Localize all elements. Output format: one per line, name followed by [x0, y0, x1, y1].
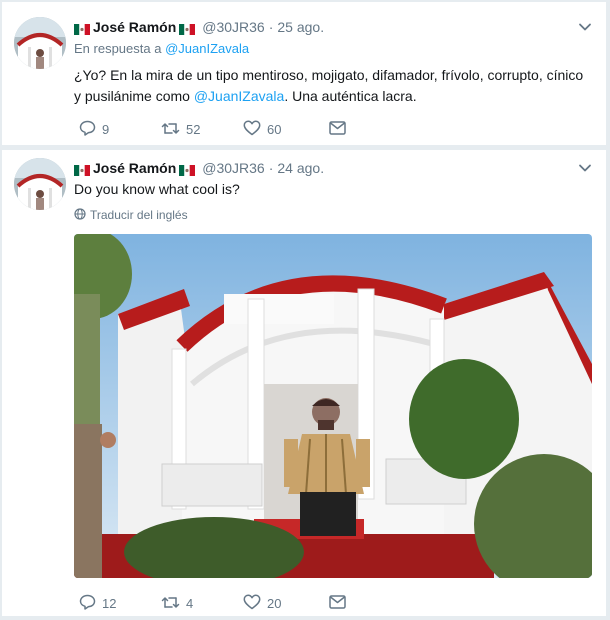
- tweet-photo[interactable]: [74, 234, 592, 578]
- mexico-flag-icon: [179, 22, 196, 35]
- reply-count: 9: [102, 122, 110, 137]
- reply-icon: [79, 120, 102, 139]
- reply-handle-link[interactable]: @JuanIZavala: [165, 41, 249, 56]
- retweet-icon: [161, 121, 186, 139]
- tweet-card[interactable]: José Ramón @30JR36 · 25 ago. En respuest…: [2, 2, 606, 145]
- like-count: 20: [267, 596, 282, 611]
- separator: ·: [268, 160, 274, 176]
- tweet-header: José Ramón @30JR36 · 25 ago.: [74, 16, 592, 38]
- like-button[interactable]: 20: [243, 594, 329, 613]
- globe-icon: [74, 207, 90, 223]
- tweet-text: ¿Yo? En la mira de un tipo mentiroso, mo…: [74, 65, 592, 107]
- chevron-down-icon[interactable]: [578, 161, 592, 175]
- like-button[interactable]: 60: [243, 120, 329, 139]
- reply-count: 12: [102, 596, 117, 611]
- reply-button[interactable]: 9: [79, 120, 161, 139]
- author-handle[interactable]: @30JR36: [202, 19, 264, 35]
- author-handle[interactable]: @30JR36: [202, 160, 264, 176]
- retweet-button[interactable]: 4: [161, 595, 243, 613]
- heart-icon: [243, 120, 267, 139]
- tweet-actions: 12 4 20: [79, 594, 352, 613]
- mexico-flag-icon: [179, 163, 196, 176]
- direct-message-button[interactable]: [329, 121, 352, 138]
- like-count: 60: [267, 122, 282, 137]
- envelope-icon: [329, 121, 352, 138]
- tweet-date[interactable]: 24 ago.: [277, 160, 324, 176]
- tweet-card[interactable]: José Ramón @30JR36 · 24 ago. Do you know…: [2, 150, 606, 616]
- retweet-button[interactable]: 52: [161, 121, 243, 139]
- reply-prefix: En respuesta a: [74, 41, 162, 56]
- author-name[interactable]: José Ramón: [93, 19, 176, 35]
- separator: ·: [268, 19, 274, 35]
- tweet-text: Do you know what cool is?: [74, 181, 240, 197]
- mexico-flag-icon: [74, 22, 90, 35]
- tweet-actions: 9 52 60: [79, 120, 352, 139]
- retweet-count: 4: [186, 596, 194, 611]
- avatar[interactable]: [14, 158, 66, 210]
- mention-link[interactable]: @JuanIZavala: [194, 88, 284, 104]
- reply-context: En respuesta a @JuanIZavala: [74, 41, 592, 59]
- chevron-down-icon[interactable]: [578, 20, 592, 34]
- retweet-count: 52: [186, 122, 201, 137]
- author-name[interactable]: José Ramón: [93, 160, 176, 176]
- avatar[interactable]: [14, 17, 66, 69]
- mexico-flag-icon: [74, 163, 90, 176]
- envelope-icon: [329, 595, 352, 612]
- reply-icon: [79, 594, 102, 613]
- direct-message-button[interactable]: [329, 595, 352, 612]
- translate-link[interactable]: Traducir del inglés: [74, 207, 592, 223]
- tweet-date[interactable]: 25 ago.: [277, 19, 324, 35]
- heart-icon: [243, 594, 267, 613]
- retweet-icon: [161, 595, 186, 613]
- translate-label: Traducir del inglés: [90, 208, 188, 222]
- tweet-header: José Ramón @30JR36 · 24 ago.: [74, 157, 592, 179]
- reply-button[interactable]: 12: [79, 594, 161, 613]
- tweet-text-part: . Una auténtica lacra.: [284, 88, 417, 104]
